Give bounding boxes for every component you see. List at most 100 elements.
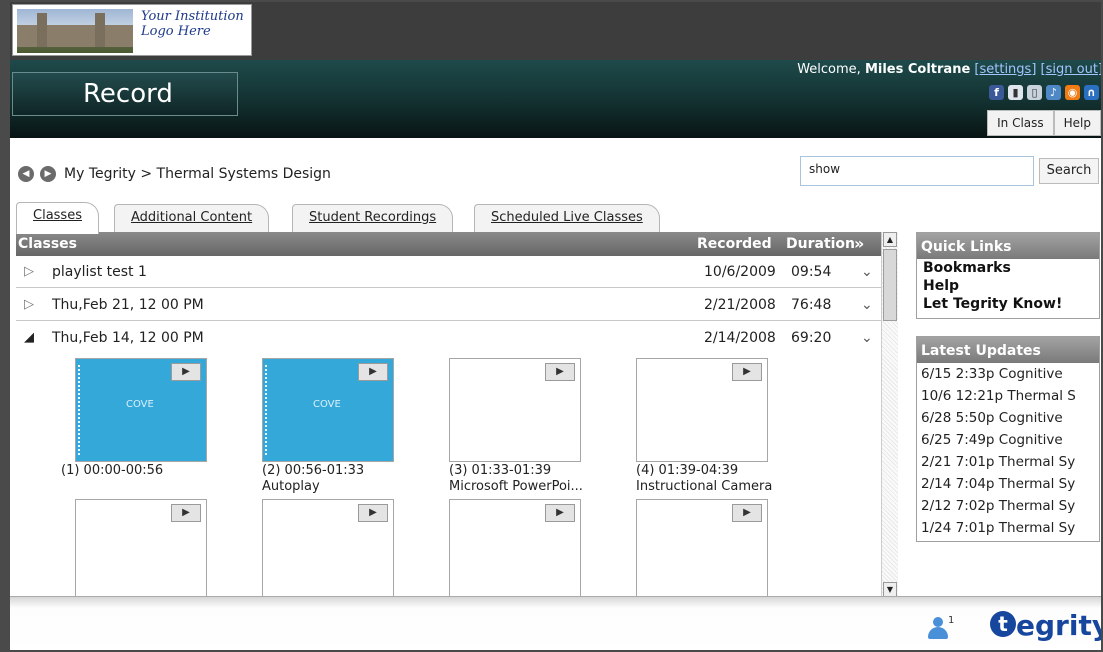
header-recorded[interactable]: Recorded	[697, 232, 772, 256]
table-row[interactable]: ▷ playlist test 1 10/6/2009 09:54 ⌄	[16, 256, 881, 288]
bookmarks-link[interactable]: Bookmarks	[917, 259, 1099, 277]
expanded-triangle-icon[interactable]: ◢	[24, 322, 34, 354]
latest-updates-panel: Latest Updates 6/15 2:33p Cognitive 10/6…	[916, 336, 1100, 542]
facebook-icon[interactable]: f	[989, 85, 1004, 100]
header-duration[interactable]: Duration	[786, 232, 855, 256]
tab-classes[interactable]: Classes	[16, 202, 99, 234]
segment-label: Microsoft PowerPoi...	[449, 479, 583, 494]
class-title[interactable]: Thu,Feb 21, 12 00 PM	[52, 289, 204, 321]
rss-icon[interactable]: ◉	[1065, 85, 1080, 100]
expand-all-icon[interactable]: »	[854, 232, 864, 256]
play-icon[interactable]: ▶	[545, 504, 575, 522]
segment-thumbnail[interactable]: ▶	[636, 358, 768, 462]
segment-label: Autoplay	[262, 479, 320, 494]
recorded-date: 10/6/2009	[704, 264, 776, 280]
segment-thumbnail[interactable]: ▶	[449, 499, 581, 597]
footer: 1 t egrity	[10, 596, 1101, 650]
segment-caption[interactable]: (4) 01:39-04:39 Instructional Camera	[636, 463, 772, 495]
update-item[interactable]: 10/6 12:21p Thermal S	[917, 385, 1099, 407]
help-button[interactable]: Help	[1053, 110, 1101, 136]
tab-additional-content[interactable]: Additional Content	[114, 204, 270, 232]
logo-line-1: Your Institution	[141, 9, 244, 24]
play-icon[interactable]: ▶	[171, 363, 201, 381]
header-classes[interactable]: Classes	[18, 232, 77, 256]
update-item[interactable]: 6/28 5:50p Cognitive	[917, 407, 1099, 429]
segment-thumbnail[interactable]: ▶	[75, 499, 207, 597]
chevron-down-icon[interactable]: ⌄	[861, 322, 873, 354]
navigation-row: ◀ ▶ My Tegrity > Thermal Systems Design …	[10, 152, 1101, 192]
tab-student-recordings[interactable]: Student Recordings	[292, 204, 454, 232]
sign-out-link[interactable]: [sign out]	[1041, 62, 1101, 77]
table-row[interactable]: ▷ Thu,Feb 21, 12 00 PM 2/21/2008 76:48 ⌄	[16, 289, 881, 321]
page-title: Record	[12, 72, 238, 116]
segment-thumbnail[interactable]: ▶	[262, 499, 394, 597]
class-title[interactable]: Thu,Feb 14, 12 00 PM	[52, 322, 204, 354]
segment-time: (4) 01:39-04:39	[636, 463, 739, 478]
recorded-date: 2/14/2008	[704, 330, 776, 346]
update-item[interactable]: 1/24 7:01p Thermal Sy	[917, 517, 1099, 539]
update-item[interactable]: 6/15 2:33p Cognitive	[917, 363, 1099, 385]
latest-updates-title: Latest Updates	[917, 337, 1099, 363]
users-online-icon[interactable]: 1	[926, 615, 954, 639]
mobile-icon[interactable]: ▮	[1008, 85, 1023, 100]
update-item[interactable]: 2/12 7:02p Thermal Sy	[917, 495, 1099, 517]
ipod-icon[interactable]: ▯	[1027, 85, 1042, 100]
segment-caption[interactable]: (1) 00:00-00:56	[61, 463, 163, 479]
itunes-icon[interactable]: ♪	[1046, 85, 1061, 100]
vertical-scrollbar[interactable]: ▲ ▼	[881, 232, 898, 597]
table-row[interactable]: ◢ Thu,Feb 14, 12 00 PM 2/14/2008 69:20 ⌄	[16, 322, 881, 354]
play-icon[interactable]: ▶	[358, 504, 388, 522]
search-input[interactable]: show	[800, 156, 1034, 186]
collapsed-triangle-icon[interactable]: ▷	[24, 256, 34, 288]
play-icon[interactable]: ▶	[358, 363, 388, 381]
social-icons: f ▮ ▯ ♪ ◉ ∩	[989, 85, 1099, 100]
welcome-prefix: Welcome,	[797, 62, 861, 77]
breadcrumb[interactable]: My Tegrity > Thermal Systems Design	[64, 166, 331, 182]
scrollbar-thumb[interactable]	[883, 249, 897, 321]
thumbnail-text: COVE	[126, 399, 154, 410]
update-item[interactable]: 2/21 7:01p Thermal Sy	[917, 451, 1099, 473]
segment-caption[interactable]: (3) 01:33-01:39 Microsoft PowerPoi...	[449, 463, 583, 495]
segment-thumbnail[interactable]: ▶	[636, 499, 768, 597]
quick-links-title: Quick Links	[917, 233, 1099, 259]
settings-link[interactable]: [settings]	[974, 62, 1036, 77]
segment-caption[interactable]: (2) 00:56-01:33 Autoplay	[262, 463, 364, 495]
segment-time: (3) 01:33-01:39	[449, 463, 552, 478]
in-class-button[interactable]: In Class	[987, 110, 1054, 136]
welcome-text: Welcome, Miles Coltrane [settings] [sign…	[797, 62, 1101, 77]
let-tegrity-know-link[interactable]: Let Tegrity Know!	[917, 295, 1099, 313]
forward-icon[interactable]: ▶	[40, 166, 56, 182]
logo-text: Your Institution Logo Here	[141, 9, 244, 39]
scroll-up-icon[interactable]: ▲	[883, 232, 897, 247]
search-button[interactable]: Search	[1039, 158, 1099, 184]
tab-scheduled-live-classes[interactable]: Scheduled Live Classes	[474, 204, 660, 232]
header: Record Welcome, Miles Coltrane [settings…	[10, 60, 1101, 138]
segment-thumbnail[interactable]: COVE ▶	[75, 358, 207, 462]
class-title[interactable]: playlist test 1	[52, 256, 147, 288]
institution-logo: Your Institution Logo Here	[12, 4, 252, 56]
segment-thumbnail[interactable]: COVE ▶	[262, 358, 394, 462]
chevron-down-icon[interactable]: ⌄	[861, 256, 873, 288]
segment-time: (1) 00:00-00:56	[61, 463, 164, 478]
podcast-icon[interactable]: ∩	[1084, 85, 1099, 100]
update-item[interactable]: 2/14 7:04p Thermal Sy	[917, 473, 1099, 495]
recorded-date: 2/21/2008	[704, 297, 776, 313]
segment-thumbnail[interactable]: ▶	[449, 358, 581, 462]
top-bar: Your Institution Logo Here	[10, 2, 1101, 60]
update-item[interactable]: 6/25 7:49p Cognitive	[917, 429, 1099, 451]
help-link[interactable]: Help	[917, 277, 1099, 295]
segment-label: Instructional Camera	[636, 479, 773, 494]
play-icon[interactable]: ▶	[545, 363, 575, 381]
back-icon[interactable]: ◀	[18, 166, 34, 182]
play-icon[interactable]: ▶	[732, 363, 762, 381]
tegrity-window: Your Institution Logo Here Record Welcom…	[0, 0, 1103, 652]
collapsed-triangle-icon[interactable]: ▷	[24, 289, 34, 321]
user-name: Miles Coltrane	[864, 62, 971, 77]
tab-bar: Classes Additional Content Student Recor…	[16, 200, 896, 234]
chevron-down-icon[interactable]: ⌄	[861, 289, 873, 321]
scroll-down-icon[interactable]: ▼	[883, 582, 897, 597]
play-icon[interactable]: ▶	[732, 504, 762, 522]
segment-time: (2) 00:56-01:33	[262, 463, 365, 478]
duration: 09:54	[791, 264, 832, 280]
play-icon[interactable]: ▶	[171, 504, 201, 522]
